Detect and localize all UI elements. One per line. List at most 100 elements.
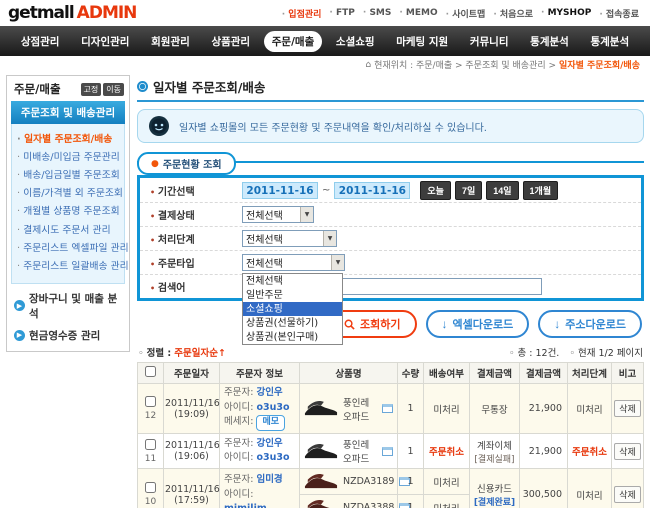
sidebar-item-by-name-price[interactable]: 이름/가격별 외 주문조회 bbox=[17, 185, 119, 203]
row-number: 10 bbox=[139, 497, 162, 507]
quick-today-button[interactable]: 오늘 bbox=[420, 181, 451, 200]
order-type-select[interactable]: 전체선택 bbox=[242, 254, 345, 271]
sidebar-link-cash-receipt[interactable]: ▶ 현금영수증 관리 bbox=[7, 321, 129, 343]
delivery-status-cell: 미처리 bbox=[424, 384, 470, 434]
form-row-stage: 처리단계 전체선택 bbox=[140, 226, 641, 250]
col-note: 비고 bbox=[612, 363, 644, 384]
nav-marketing[interactable]: 마케팅 지원 bbox=[388, 31, 456, 52]
top-link-store-entry[interactable]: 입점관리 bbox=[279, 7, 325, 20]
qty-cell: 1 bbox=[398, 434, 424, 469]
nav-stats-1[interactable]: 통계분석 bbox=[522, 31, 577, 52]
memo-button[interactable]: 메모 bbox=[256, 415, 285, 431]
delivery-status-cell: 미처리 bbox=[424, 495, 470, 508]
delete-button[interactable]: 삭제 bbox=[614, 443, 641, 460]
product-name-link[interactable]: NZDA3388 bbox=[343, 502, 394, 508]
popup-window-icon[interactable] bbox=[382, 447, 393, 456]
nav-products[interactable]: 상품관리 bbox=[203, 31, 258, 52]
sidebar-item-undelivered[interactable]: 미배송/미입금 주문관리 bbox=[17, 149, 119, 167]
excel-download-button[interactable]: ↓ 엑셀다운로드 bbox=[426, 310, 530, 338]
product-thumbnail[interactable] bbox=[304, 399, 338, 418]
popup-window-icon[interactable] bbox=[382, 404, 393, 413]
nav-orders[interactable]: 주문/매출 bbox=[264, 31, 322, 52]
sidebar-move-button[interactable]: 이동 bbox=[103, 83, 124, 96]
sidebar-fix-button[interactable]: 고정 bbox=[81, 83, 102, 96]
order-type-dropdown: 전체선택 일반주문 소셜쇼핑 상품권(선물하기) 상품권(본인구매) bbox=[242, 273, 343, 345]
product-thumbnail[interactable] bbox=[304, 472, 338, 491]
row-number: 12 bbox=[139, 411, 162, 421]
col-qty: 수량 bbox=[398, 363, 424, 384]
top-link-logout[interactable]: 접속종료 bbox=[596, 7, 642, 20]
top-link-sms[interactable]: SMS bbox=[360, 8, 394, 18]
col-payment: 결제금액 bbox=[470, 363, 520, 384]
product-name-link[interactable]: 풍인레오파드 bbox=[343, 395, 377, 423]
top-link-sitemap[interactable]: 사이트맵 bbox=[443, 7, 489, 20]
dropdown-option-social[interactable]: 소셜쇼핑 bbox=[243, 302, 342, 316]
quick-7days-button[interactable]: 7일 bbox=[455, 181, 482, 200]
date-from-input[interactable]: 2011-11-16 bbox=[242, 182, 318, 199]
order-row-11: 11 2011/11/16(19:06) 주문자: 강인우 아이디: o3u3o… bbox=[138, 434, 644, 469]
product-name-link[interactable]: 풍인레오파드 bbox=[343, 437, 377, 465]
stage-select[interactable]: 전체선택 bbox=[242, 230, 337, 247]
amount-cell: 21,900 bbox=[520, 434, 568, 469]
row-checkbox[interactable] bbox=[145, 482, 156, 493]
sidebar-item-daily-orders[interactable]: 일자별 주문조회/배송 bbox=[17, 131, 119, 149]
product-thumbnail[interactable] bbox=[304, 498, 338, 508]
sidebar: 주문/매출 고정 이동 주문조회 및 배송관리 일자별 주문조회/배송 미배송/… bbox=[6, 75, 130, 508]
orderer-id-link[interactable]: o3u3o bbox=[256, 402, 289, 413]
top-link-home[interactable]: 처음으로 bbox=[490, 7, 536, 20]
list-meta: 정렬 : 주문일자순↑ 총 : 12건. 현재 1/2 페이지 bbox=[138, 345, 643, 359]
delete-button[interactable]: 삭제 bbox=[614, 400, 641, 417]
row-checkbox[interactable] bbox=[145, 439, 156, 450]
orderer-id-link[interactable]: mimilim bbox=[224, 503, 267, 508]
orderer-name-link[interactable]: 강인우 bbox=[256, 387, 282, 398]
top-link-myshop[interactable]: MYSHOP bbox=[538, 8, 594, 18]
quick-14days-button[interactable]: 14일 bbox=[486, 181, 518, 200]
breadcrumb-path: 현재위치 : 주문/매출 > 주문조회 및 배송관리 > bbox=[374, 58, 556, 71]
nav-stats-2[interactable]: 통계분석 bbox=[582, 31, 637, 52]
order-type-label: 주문타입 bbox=[140, 255, 242, 270]
quick-1month-button[interactable]: 1개월 bbox=[523, 181, 559, 200]
dropdown-option-all[interactable]: 전체선택 bbox=[243, 274, 342, 288]
row-checkbox[interactable] bbox=[145, 396, 156, 407]
dropdown-option-giftcard-gift[interactable]: 상품권(선물하기) bbox=[243, 316, 342, 330]
payment-status-select[interactable]: 전체선택 bbox=[242, 206, 314, 223]
product-thumbnail[interactable] bbox=[304, 442, 338, 461]
sidebar-item-excel-files[interactable]: 주문리스트 엑셀파일 관리 bbox=[17, 240, 119, 258]
orderer-id-link[interactable]: o3u3o bbox=[256, 452, 289, 463]
sort-value[interactable]: 주문일자순↑ bbox=[174, 348, 226, 359]
nav-design[interactable]: 디자인관리 bbox=[73, 31, 137, 52]
orderer-info-cell: 주문자: 강인우 아이디: o3u3o 메세지: 메모 bbox=[220, 384, 300, 434]
delete-button[interactable]: 삭제 bbox=[614, 486, 641, 503]
select-all-checkbox[interactable] bbox=[145, 366, 156, 377]
sidebar-item-by-delivery-date[interactable]: 배송/입금일별 주문조회 bbox=[17, 167, 119, 185]
orderer-name-link[interactable]: 임미경 bbox=[256, 474, 282, 485]
col-delivery: 배송여부 bbox=[424, 363, 470, 384]
sidebar-item-payment-attempts[interactable]: 결제시도 주문서 관리 bbox=[17, 222, 119, 240]
delivery-status-cell: 주문취소 bbox=[424, 434, 470, 469]
nav-members[interactable]: 회원관리 bbox=[143, 31, 198, 52]
dropdown-option-giftcard-self[interactable]: 상품권(본인구매) bbox=[243, 330, 342, 344]
stage-cell: 미처리 bbox=[568, 469, 612, 508]
sidebar-item-by-product[interactable]: 개월별 상품명 주문조회 bbox=[17, 203, 119, 221]
nav-store[interactable]: 상점관리 bbox=[13, 31, 68, 52]
logo[interactable]: getmallADMIN bbox=[8, 3, 136, 23]
col-orderer-info: 주문자 정보 bbox=[220, 363, 300, 384]
nav-social[interactable]: 소셜쇼핑 bbox=[328, 31, 383, 52]
home-icon: ⌂ bbox=[365, 60, 371, 70]
product-name-link[interactable]: NZDA3189 bbox=[343, 476, 394, 487]
dropdown-option-normal[interactable]: 일반주문 bbox=[243, 288, 342, 302]
sidebar-menu: 일자별 주문조회/배송 미배송/미입금 주문관리 배송/입금일별 주문조회 이름… bbox=[11, 124, 125, 284]
chevron-down-icon bbox=[323, 231, 336, 246]
order-row-12: 12 2011/11/16(19:09) 주문자: 강인우 아이디: o3u3o… bbox=[138, 384, 644, 434]
top-link-memo[interactable]: MEMO bbox=[396, 8, 440, 18]
top-link-ftp[interactable]: FTP bbox=[326, 8, 357, 18]
search-button-label: 조회하기 bbox=[360, 316, 400, 332]
product-cell: NZDA3388 bbox=[300, 495, 398, 508]
nav-community[interactable]: 커뮤니티 bbox=[462, 31, 517, 52]
sidebar-item-bulk-shipping[interactable]: 주문리스트 일괄배송 관리 bbox=[17, 258, 119, 276]
address-download-button[interactable]: ↓ 주소다운로드 bbox=[538, 310, 642, 338]
date-to-input[interactable]: 2011-11-16 bbox=[334, 182, 410, 199]
orderer-name-link[interactable]: 강인우 bbox=[256, 438, 282, 449]
search-tab-label: 주문현황 조회 bbox=[163, 156, 222, 171]
sidebar-link-cart-analysis[interactable]: ▶ 장바구니 및 매출 분석 bbox=[7, 284, 129, 321]
